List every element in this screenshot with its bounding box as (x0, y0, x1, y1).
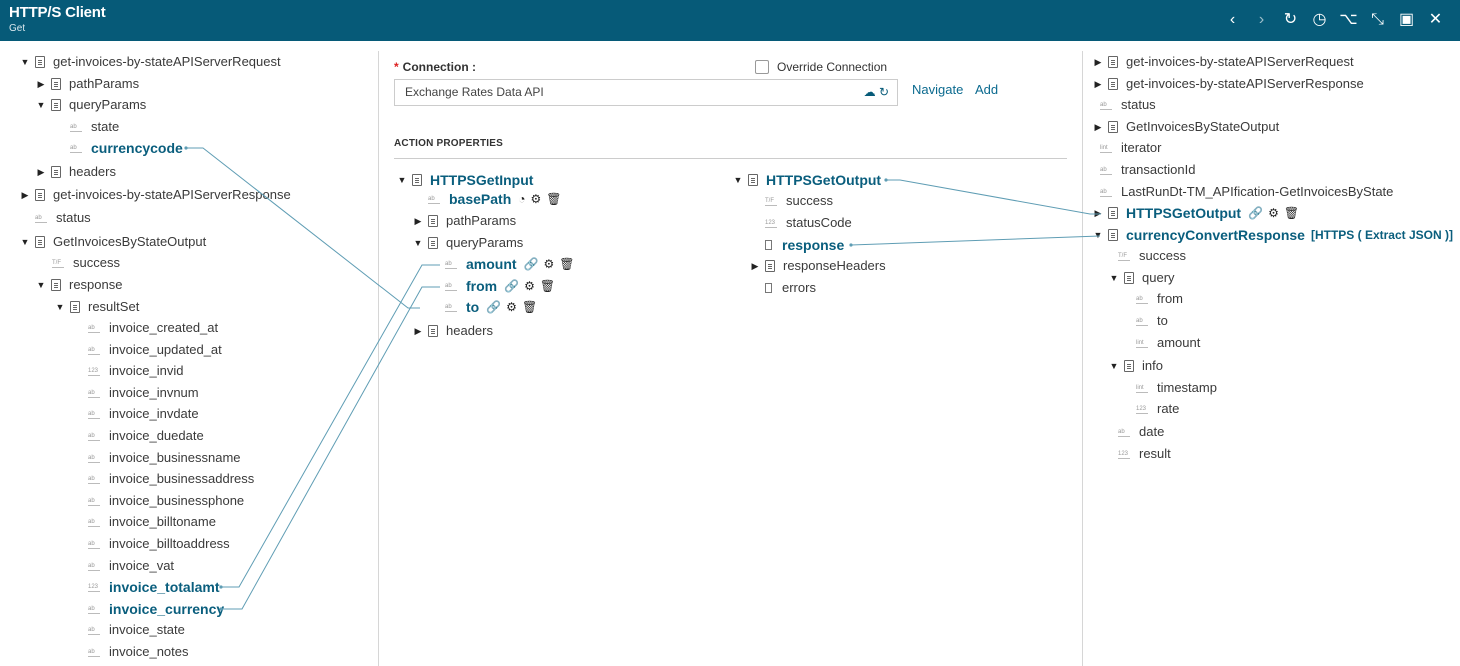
map-line-output-output (886, 179, 1101, 215)
map-line-response-convert (850, 235, 1101, 246)
mapping-lines (184, 146, 1101, 611)
map-line-currencycode-to (186, 147, 420, 309)
